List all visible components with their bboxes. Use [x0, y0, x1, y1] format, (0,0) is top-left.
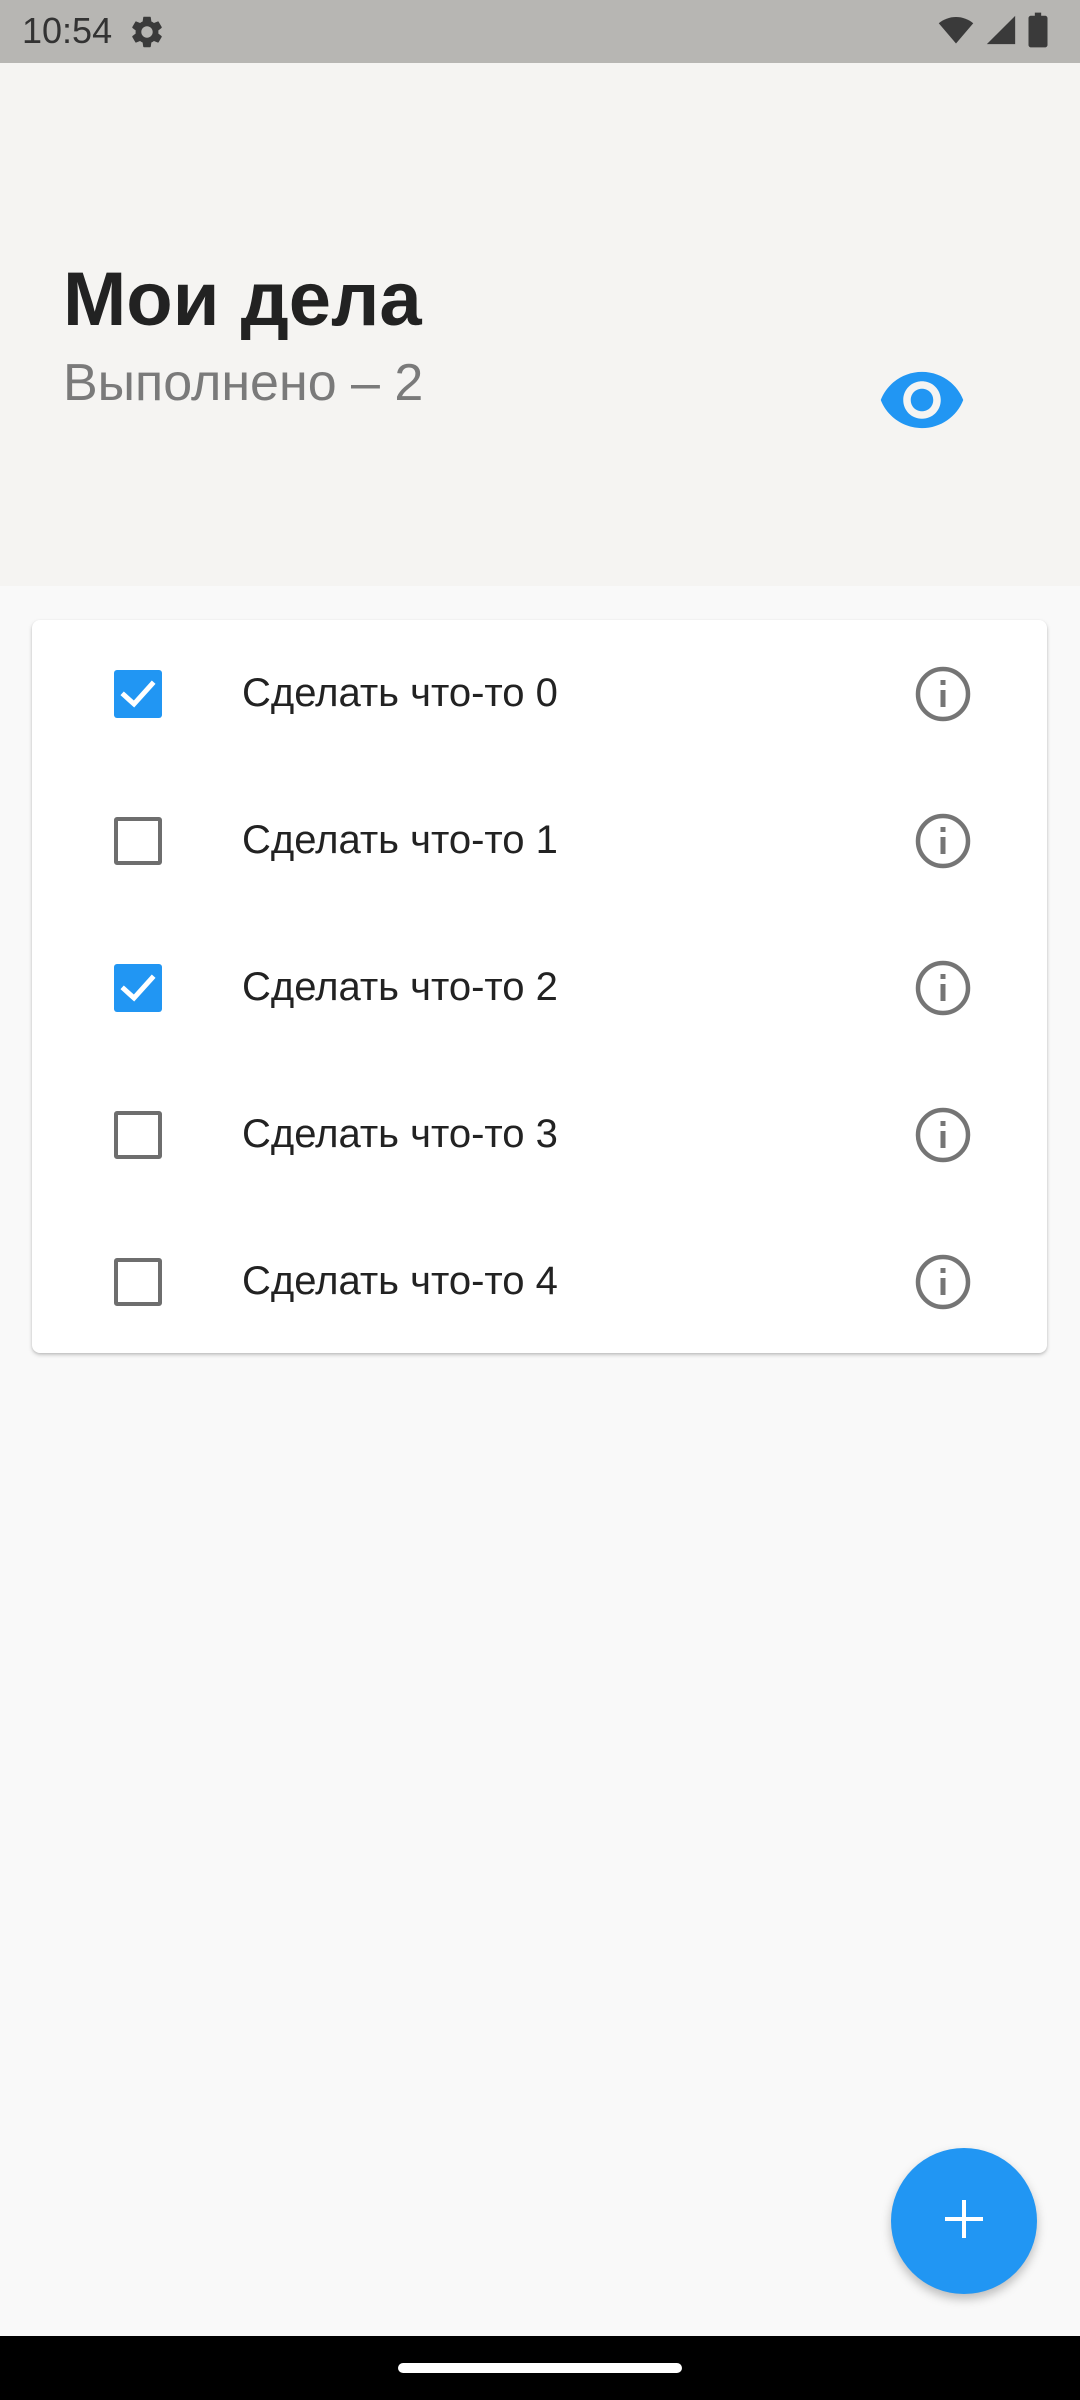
status-time: 10:54 [22, 10, 113, 51]
add-task-button[interactable] [891, 2148, 1037, 2294]
home-gesture-handle[interactable] [398, 2363, 682, 2373]
task-row[interactable]: Сделать что-то 0 [32, 620, 1047, 767]
wifi-icon [936, 12, 976, 53]
task-row[interactable]: Сделать что-то 2 [32, 914, 1047, 1061]
page-title: Мои дела [63, 257, 422, 342]
task-label: Сделать что-то 4 [242, 1259, 558, 1303]
task-list-card: Сделать что-то 0 Сделать что-то 1 Сделат… [32, 620, 1047, 1353]
task-label: Сделать что-то 1 [242, 818, 558, 862]
settings-gear-icon [128, 13, 166, 51]
task-checkbox[interactable] [114, 670, 162, 718]
toggle-visibility-button[interactable] [870, 355, 974, 449]
info-icon[interactable] [914, 665, 972, 723]
task-checkbox[interactable] [114, 964, 162, 1012]
battery-icon [1026, 11, 1050, 54]
task-row[interactable]: Сделать что-то 1 [32, 767, 1047, 914]
completed-count: Выполнено – 2 [63, 354, 424, 412]
plus-icon [942, 2197, 986, 2246]
status-bar: 10:54 [0, 0, 1080, 63]
task-label: Сделать что-то 3 [242, 1112, 558, 1156]
navigation-bar [0, 2336, 1080, 2400]
task-checkbox[interactable] [114, 1258, 162, 1306]
status-icons [936, 12, 1050, 52]
info-icon[interactable] [914, 959, 972, 1017]
task-row[interactable]: Сделать что-то 4 [32, 1208, 1047, 1355]
info-icon[interactable] [914, 1253, 972, 1311]
info-icon[interactable] [914, 812, 972, 870]
signal-icon [984, 12, 1018, 53]
task-checkbox[interactable] [114, 1111, 162, 1159]
task-label: Сделать что-то 2 [242, 965, 558, 1009]
eye-icon [877, 369, 967, 436]
task-label: Сделать что-то 0 [242, 671, 558, 715]
task-checkbox[interactable] [114, 817, 162, 865]
task-row[interactable]: Сделать что-то 3 [32, 1061, 1047, 1208]
info-icon[interactable] [914, 1106, 972, 1164]
